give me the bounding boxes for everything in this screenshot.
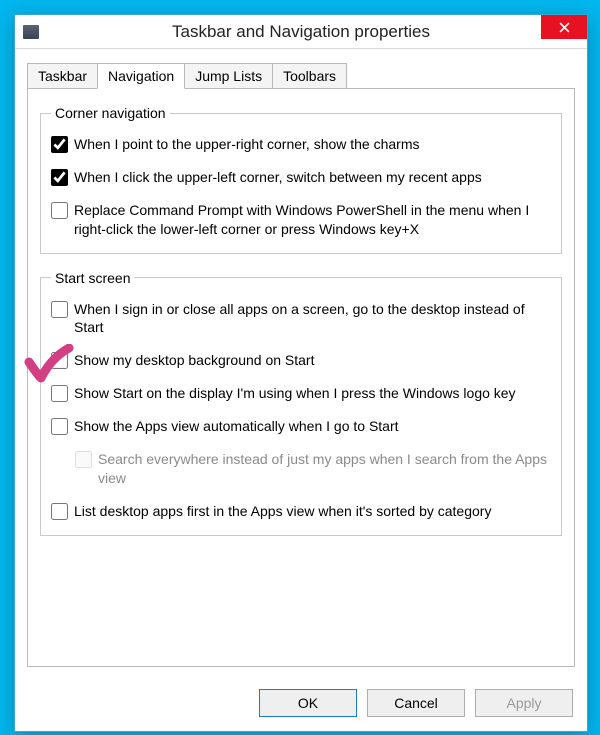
option-list-desktop-apps-first: List desktop apps first in the Apps view… xyxy=(51,502,551,521)
option-show-charms: When I point to the upper-right corner, … xyxy=(51,135,551,154)
tab-strip: Taskbar Navigation Jump Lists Toolbars xyxy=(15,49,587,89)
tab-panel-navigation: Corner navigation When I point to the up… xyxy=(27,88,575,667)
option-apps-view: Show the Apps view automatically when I … xyxy=(51,417,551,436)
label-replace-cmd[interactable]: Replace Command Prompt with Windows Powe… xyxy=(74,201,551,239)
checkbox-switch-apps[interactable] xyxy=(51,169,68,186)
label-apps-view[interactable]: Show the Apps view automatically when I … xyxy=(74,417,551,436)
group-legend: Start screen xyxy=(51,270,134,286)
label-switch-apps[interactable]: When I click the upper-left corner, swit… xyxy=(74,168,551,187)
option-switch-apps: When I click the upper-left corner, swit… xyxy=(51,168,551,187)
group-start-screen: Start screen When I sign in or close all… xyxy=(40,270,562,536)
label-desktop-bg-start[interactable]: Show my desktop background on Start xyxy=(74,351,551,370)
option-start-display: Show Start on the display I'm using when… xyxy=(51,384,551,403)
tab-jump-lists[interactable]: Jump Lists xyxy=(184,63,273,89)
close-button[interactable] xyxy=(541,15,587,39)
apply-button: Apply xyxy=(475,689,573,717)
label-signout-desktop[interactable]: When I sign in or close all apps on a sc… xyxy=(74,300,551,338)
group-legend: Corner navigation xyxy=(51,105,170,121)
option-replace-cmd: Replace Command Prompt with Windows Powe… xyxy=(51,201,551,239)
option-signout-desktop: When I sign in or close all apps on a sc… xyxy=(51,300,551,338)
checkbox-list-desktop-apps-first[interactable] xyxy=(51,503,68,520)
checkbox-signout-desktop[interactable] xyxy=(51,301,68,318)
title-bar: Taskbar and Navigation properties xyxy=(15,15,587,49)
tab-taskbar[interactable]: Taskbar xyxy=(27,63,98,89)
tab-navigation[interactable]: Navigation xyxy=(97,63,185,89)
label-list-desktop-apps-first[interactable]: List desktop apps first in the Apps view… xyxy=(74,502,551,521)
option-desktop-bg-start: Show my desktop background on Start xyxy=(51,351,551,370)
checkbox-apps-view[interactable] xyxy=(51,418,68,435)
checkbox-start-display[interactable] xyxy=(51,385,68,402)
cancel-button[interactable]: Cancel xyxy=(367,689,465,717)
window-title: Taskbar and Navigation properties xyxy=(15,22,587,42)
properties-window: Taskbar and Navigation properties Taskba… xyxy=(14,14,588,732)
label-start-display[interactable]: Show Start on the display I'm using when… xyxy=(74,384,551,403)
checkbox-desktop-bg-start[interactable] xyxy=(51,352,68,369)
close-icon xyxy=(559,22,570,33)
ok-button[interactable]: OK xyxy=(259,689,357,717)
label-show-charms[interactable]: When I point to the upper-right corner, … xyxy=(74,135,551,154)
checkbox-search-everywhere xyxy=(75,451,92,468)
option-search-everywhere: Search everywhere instead of just my app… xyxy=(75,450,551,488)
label-search-everywhere: Search everywhere instead of just my app… xyxy=(98,450,551,488)
tab-toolbars[interactable]: Toolbars xyxy=(272,63,347,89)
dialog-buttons: OK Cancel Apply xyxy=(15,679,587,731)
group-corner-navigation: Corner navigation When I point to the up… xyxy=(40,105,562,254)
checkbox-show-charms[interactable] xyxy=(51,136,68,153)
checkbox-replace-cmd[interactable] xyxy=(51,202,68,219)
